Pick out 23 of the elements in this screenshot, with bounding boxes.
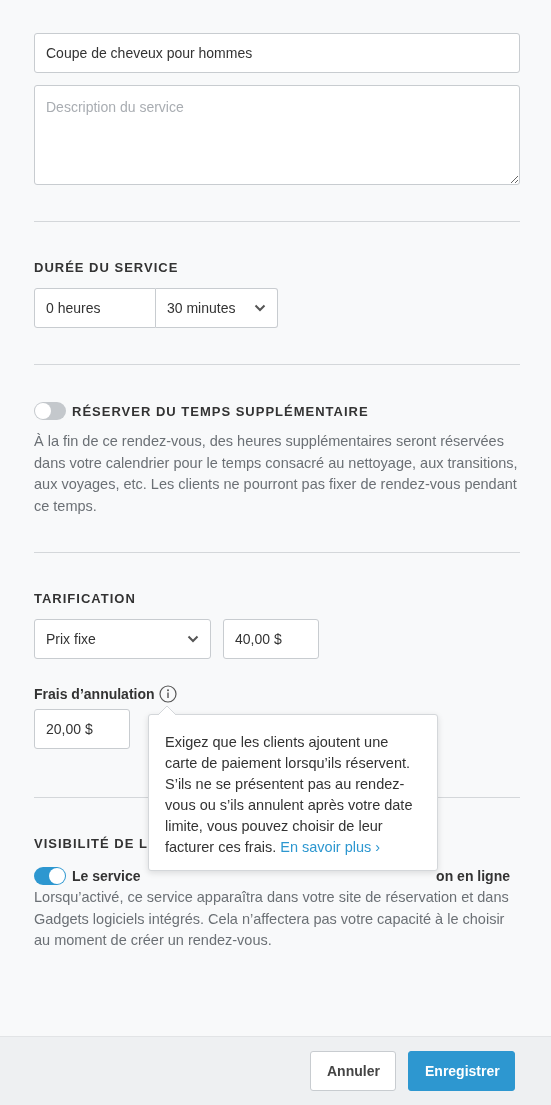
chevron-down-icon: [254, 304, 266, 312]
visibility-label: Le service: [72, 868, 141, 884]
chevron-down-icon: [187, 635, 199, 643]
visibility-toggle[interactable]: [34, 867, 66, 885]
info-icon[interactable]: [158, 685, 177, 703]
extra-time-description: À la fin de ce rendez-vous, des heures supplémentaires seront réservées dans votre calendrier pour le temps consacré au nettoyage, aux transitions, aux voyages, etc. Les clients ne pourront pas fixer de rendez-vous pendant ce temps.: [34, 432, 519, 516]
cancellation-fee-label: Frais d’annulation: [34, 686, 155, 702]
section-heading: TARIFICATION: [34, 591, 136, 606]
extra-time-label: RÉSERVER DU TEMPS SUPPLÉMENTAIRE: [72, 403, 369, 419]
cancel-button[interactable]: Annuler: [310, 1051, 396, 1091]
minutes-dropdown[interactable]: 30 minutes: [156, 288, 278, 328]
cancellation-fee-field[interactable]: 20,00 $: [34, 709, 130, 749]
extra-time-toggle[interactable]: [34, 402, 66, 420]
price-field[interactable]: 40,00 $: [223, 619, 319, 659]
service-name-field[interactable]: Coupe de cheveux pour hommes: [34, 33, 520, 73]
section-heading: VISIBILITÉ DE L: [34, 836, 148, 851]
description-field[interactable]: Description du service: [34, 85, 520, 185]
section-heading: DURÉE DU SERVICE: [34, 260, 179, 275]
hours-field[interactable]: 0 heures: [34, 288, 156, 328]
visibility-label: on en ligne: [436, 868, 510, 884]
visibility-description: Lorsqu’activé, ce service apparaîtra dans votre site de réservation et dans Gadgets logiciels intégrés. Cela n’affectera pas votre capacité à le choisir au moment de créer un rendez-vous.: [34, 888, 510, 950]
tooltip-text: Exigez que les clients ajoutent une carte de paiement lorsqu’ils réservent. S’ils ne se présentent pas au rendez-vous ou s’ils annulent après votre date limite, vous pouvez choisir de leur facturer ces frais. En savoir plus ›: [165, 733, 414, 857]
pricing-type-dropdown[interactable]: Prix fixe: [34, 619, 211, 659]
